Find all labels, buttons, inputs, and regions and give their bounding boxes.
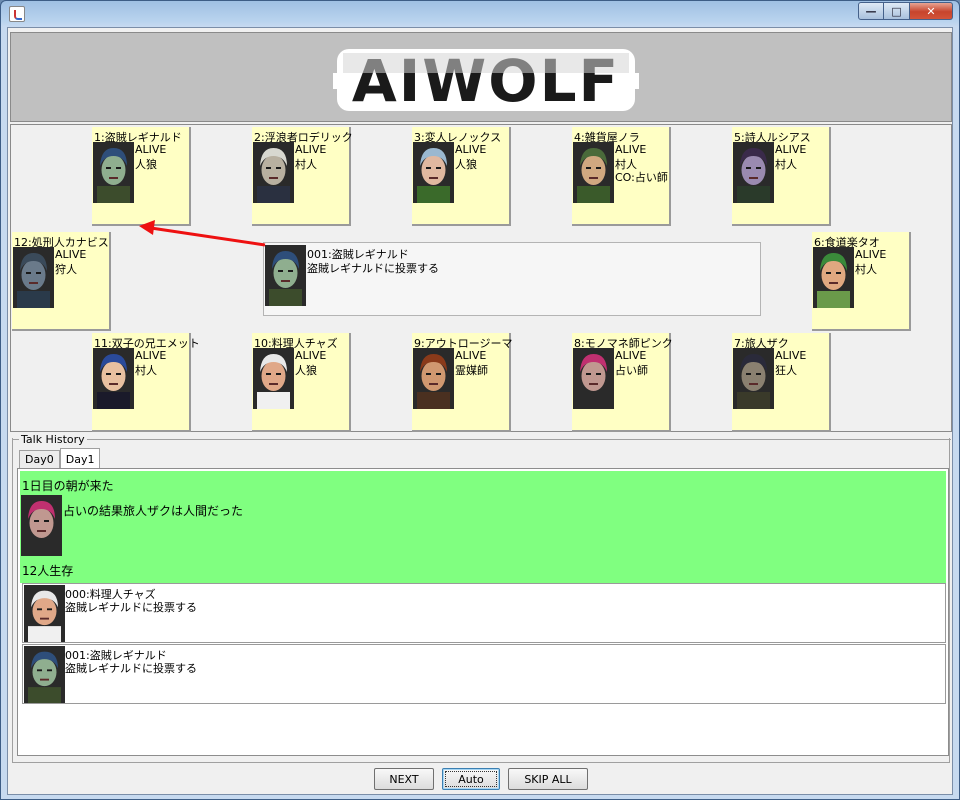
maximize-icon: □	[891, 4, 902, 18]
minimize-button[interactable]: —	[858, 2, 884, 20]
window-controls: — □ ✕	[858, 2, 953, 20]
talker-avatar	[24, 646, 65, 703]
player-avatar	[733, 142, 774, 203]
player-board: 1:盗賊レギナルド ALIVE 人狼 2:浮浪者ロデリック ALIVE 村人 3:変人レノッ…	[10, 124, 952, 432]
tab-day0[interactable]: Day0	[19, 450, 60, 468]
player-card[interactable]: 3:変人レノックス ALIVE 人狼	[412, 127, 511, 226]
talk-history: Talk History Day0 Day1 1日目の朝が来た 占いの結果旅人ザ…	[12, 433, 951, 763]
player-card[interactable]: 6:食道楽タオ ALIVE 村人	[812, 232, 911, 331]
player-avatar	[253, 348, 294, 409]
player-card[interactable]: 8:モノマネ師ピンク ALIVE 占い師	[572, 333, 673, 432]
player-card[interactable]: 2:浮浪者ロデリック ALIVE 村人	[252, 127, 353, 226]
speech-bubble: 001:盗賊レギナルド 盗賊レギナルドに投票する	[263, 242, 761, 316]
skip-all-button[interactable]: SKIP ALL	[508, 768, 588, 790]
player-role: 狩人	[55, 263, 77, 276]
talk-row: 001:盗賊レギナルド 盗賊レギナルドに投票する	[22, 644, 946, 704]
divination-result: 占いの結果旅人ザクは人間だった	[63, 504, 244, 518]
player-avatar	[253, 142, 294, 203]
player-role: 占い師	[615, 364, 648, 377]
speech-text: 盗賊レギナルドに投票する	[307, 262, 439, 275]
player-avatar	[413, 348, 454, 409]
player-status: ALIVE	[615, 349, 647, 362]
player-card[interactable]: 12:処刑人カナビス ALIVE 狩人	[12, 232, 111, 331]
player-status: ALIVE	[775, 349, 807, 362]
talk-row: 000:料理人チャズ 盗賊レギナルドに投票する	[22, 583, 946, 643]
title-bar[interactable]: — □ ✕	[1, 1, 959, 27]
player-status: ALIVE	[295, 349, 327, 362]
player-role: 人狼	[135, 158, 157, 171]
app-window: — □ ✕ AIWOLF 1:盗賊レギナルド ALIVE 人狼 2:浮浪者ロデリック A…	[0, 0, 960, 800]
close-button[interactable]: ✕	[910, 2, 953, 20]
player-card[interactable]: 7:旅人ザク ALIVE 狂人	[732, 333, 831, 432]
aiwolf-logo: AIWOLF	[333, 47, 639, 115]
player-role: 霊媒師	[455, 364, 488, 377]
player-avatar	[413, 142, 454, 203]
player-role: 村人	[135, 364, 157, 377]
day-title: 1日目の朝が来た	[22, 479, 114, 493]
day-announcement: 1日目の朝が来た 占いの結果旅人ザクは人間だった 12人生存	[20, 471, 946, 583]
talk-text: 盗賊レギナルドに投票する	[65, 601, 197, 614]
player-status: ALIVE	[775, 143, 807, 156]
player-role: 村人	[775, 158, 797, 171]
player-role: 人狼	[295, 364, 317, 377]
player-avatar	[13, 247, 54, 308]
speaker-avatar	[265, 245, 306, 306]
player-card[interactable]: 11:双子の兄エメット ALIVE 村人	[92, 333, 200, 432]
player-avatar	[93, 348, 134, 409]
maximize-button[interactable]: □	[884, 2, 910, 20]
player-co: CO:占い師	[615, 171, 668, 184]
next-button[interactable]: NEXT	[374, 768, 434, 790]
talk-history-title: Talk History	[19, 433, 87, 446]
day-tabs: Day0 Day1	[19, 448, 101, 468]
talker-avatar	[24, 585, 65, 642]
close-icon: ✕	[926, 4, 936, 18]
alive-count: 12人生存	[22, 564, 74, 578]
player-status: ALIVE	[455, 143, 487, 156]
tab-day1[interactable]: Day1	[59, 448, 101, 468]
player-role: 人狼	[455, 158, 477, 171]
control-buttons: NEXT Auto SKIP ALL	[374, 768, 588, 790]
player-role: 村人	[855, 263, 877, 276]
minimize-icon: —	[865, 4, 877, 18]
player-avatar	[813, 247, 854, 308]
player-card[interactable]: 4:雑貨屋ノラ ALIVE 村人 CO:占い師	[572, 127, 671, 226]
player-role: 村人	[295, 158, 317, 171]
player-card[interactable]: 1:盗賊レギナルド ALIVE 人狼	[92, 127, 191, 226]
player-avatar	[573, 348, 614, 409]
player-status: ALIVE	[855, 248, 887, 261]
player-card[interactable]: 10:料理人チャズ ALIVE 人狼	[252, 333, 351, 432]
player-status: ALIVE	[135, 143, 167, 156]
client-area: AIWOLF 1:盗賊レギナルド ALIVE 人狼 2:浮浪者ロデリック ALIVE 村人…	[7, 27, 953, 795]
java-app-icon	[9, 6, 25, 22]
player-avatar	[573, 142, 614, 203]
player-role: 狂人	[775, 364, 797, 377]
talk-text: 盗賊レギナルドに投票する	[65, 662, 197, 675]
player-card[interactable]: 5:詩人ルシアス ALIVE 村人	[732, 127, 831, 226]
auto-button[interactable]: Auto	[442, 768, 500, 790]
talk-panel[interactable]: 1日目の朝が来た 占いの結果旅人ザクは人間だった 12人生存 000:料理人チャ…	[17, 468, 949, 756]
player-status: ALIVE	[135, 349, 167, 362]
player-status: ALIVE	[295, 143, 327, 156]
player-avatar	[733, 348, 774, 409]
player-avatar	[93, 142, 134, 203]
player-status: ALIVE	[55, 248, 87, 261]
banner: AIWOLF	[10, 32, 952, 122]
player-status: ALIVE	[615, 143, 647, 156]
seer-avatar	[21, 495, 62, 556]
player-card[interactable]: 9:アウトロージーマ ALIVE 霊媒師	[412, 333, 512, 432]
player-status: ALIVE	[455, 349, 487, 362]
